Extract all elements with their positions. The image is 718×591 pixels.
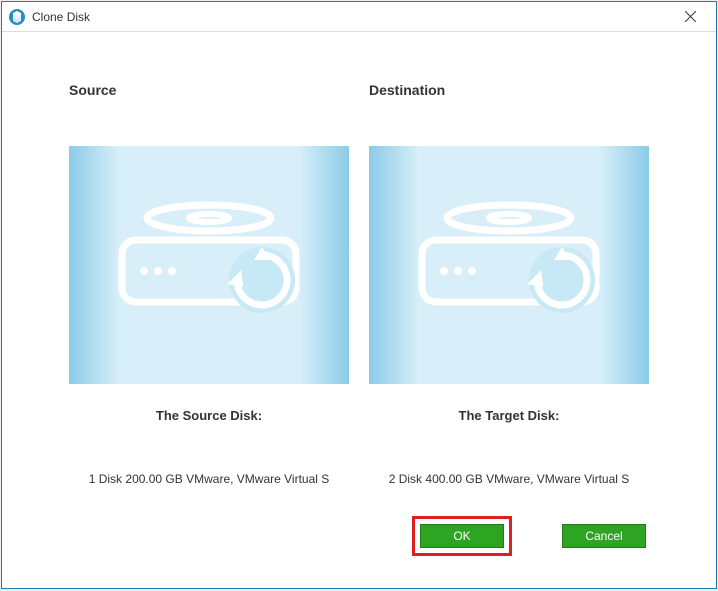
destination-header: Destination [369,82,445,98]
source-subheader: The Source Disk: [156,408,262,423]
window-title: Clone Disk [32,10,670,24]
titlebar: Clone Disk [2,2,716,32]
destination-panel: Destination The Target [369,82,649,488]
close-button[interactable] [670,3,710,31]
disk-clone-icon [114,200,304,330]
dialog-footer: OK Cancel [62,516,656,568]
close-icon [685,11,696,22]
source-panel: Source The Source Disk [69,82,349,488]
destination-disk-visual [369,146,649,384]
disk-panels: Source The Source Disk [62,82,656,488]
source-header: Source [69,82,116,98]
source-disk-visual [69,146,349,384]
clone-disk-dialog: Clone Disk Source [1,1,717,589]
source-disk-description: 1 Disk 200.00 GB VMware, VMware Virtual … [69,471,349,488]
cancel-button[interactable]: Cancel [562,524,646,548]
dialog-content: Source The Source Disk [2,32,716,588]
disk-clone-icon [414,200,604,330]
destination-subheader: The Target Disk: [459,408,560,423]
app-icon [8,8,26,26]
destination-disk-description: 2 Disk 400.00 GB VMware, VMware Virtual … [369,471,649,488]
ok-highlight: OK [412,516,512,556]
ok-button[interactable]: OK [420,524,504,548]
